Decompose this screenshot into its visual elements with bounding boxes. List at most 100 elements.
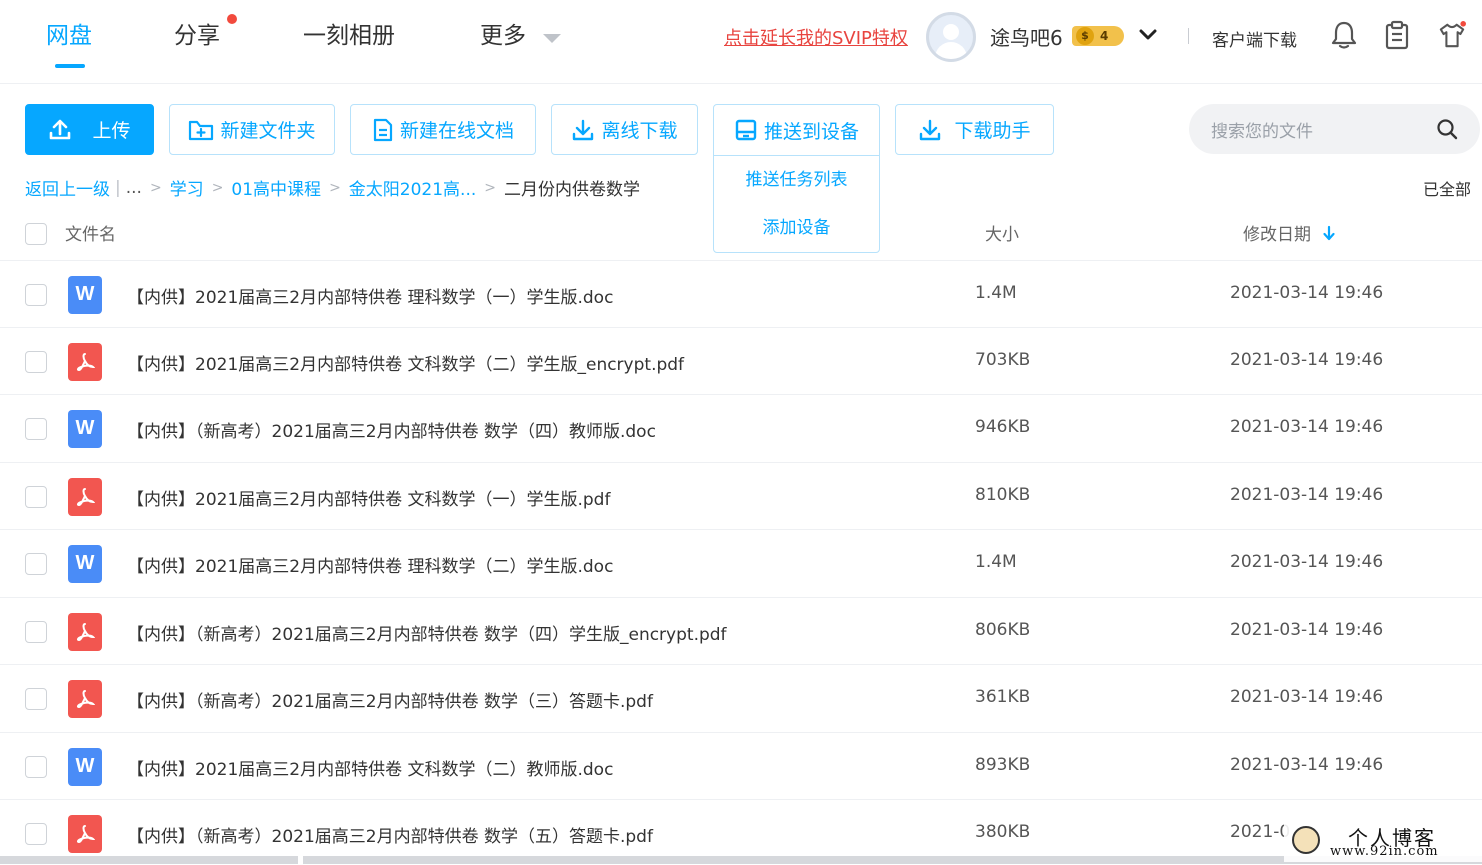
file-name[interactable]: 【内供】2021届高三2月内部特供卷 文科数学（一）学生版.pdf [127,485,610,510]
file-name[interactable]: 【内供】2021届高三2月内部特供卷 文科数学（二）教师版.doc [127,755,613,780]
tab-netdisk[interactable]: 网盘 [46,20,92,52]
clipboard-icon[interactable] [1383,20,1411,50]
pdf-file-icon [68,477,102,516]
file-name[interactable]: 【内供】2021届高三2月内部特供卷 文科数学（二）学生版_encrypt.pd… [127,350,684,375]
watermark: 个人博客 www.92in.com [1284,818,1482,862]
tab-album[interactable]: 一刻相册 [303,20,395,52]
file-size: 1.4M [975,282,1017,303]
table-row[interactable]: 【内供】2021届高三2月内部特供卷 文科数学（二）学生版_encrypt.pd… [0,327,1482,394]
horizontal-scrollbar[interactable] [0,855,1482,865]
vip-coin-icon: $ [1076,27,1094,45]
row-checkbox[interactable] [25,417,47,440]
download-assistant-label: 下载助手 [954,120,1031,142]
breadcrumb-item[interactable]: 学习 [170,175,204,200]
file-modified-date: 2021-03-14 19:46 [1230,349,1384,370]
file-modified-date: 2021-03-14 19:46 [1230,282,1384,303]
new-folder-label: 新建文件夹 [220,120,316,142]
new-folder-button[interactable]: 新建文件夹 [169,104,335,155]
row-checkbox[interactable] [25,552,47,575]
notification-dot [227,14,237,24]
row-checkbox[interactable] [25,687,47,710]
new-online-doc-label: 新建在线文档 [399,120,514,142]
search-placeholder: 搜索您的文件 [1211,122,1313,142]
file-name[interactable]: 【内供】（新高考）2021届高三2月内部特供卷 数学（四）学生版_encrypt… [127,620,727,645]
vip-level: 4 [1100,29,1109,43]
tab-more[interactable]: 更多 [480,20,526,52]
table-row[interactable]: 【内供】2021届高三2月内部特供卷 文科数学（一）学生版.pdf 810KB 20… [0,462,1482,529]
table-row[interactable]: W 【内供】（新高考）2021届高三2月内部特供卷 数学（四）教师版.doc 946… [0,394,1482,461]
download-icon [920,119,941,140]
shirt-icon[interactable] [1438,20,1466,50]
word-file-icon: W [68,409,102,448]
tab-share[interactable]: 分享 [174,20,220,52]
row-checkbox[interactable] [25,822,47,845]
column-header-size[interactable]: 大小 [985,220,1019,245]
svip-renew-link[interactable]: 点击延长我的SVIP特权 [724,24,908,50]
file-name[interactable]: 【内供】（新高考）2021届高三2月内部特供卷 数学（三）答题卡.pdf [127,687,653,712]
breadcrumb-ellipsis[interactable]: ... [126,178,142,198]
file-modified-date: 2021-03-14 19:46 [1230,686,1384,707]
file-size: 1.4M [975,551,1017,572]
menu-item-add-device[interactable]: 添加设备 [714,204,879,252]
avatar[interactable] [926,12,976,62]
pdf-file-icon [68,814,102,853]
active-tab-indicator [55,64,85,68]
row-checkbox[interactable] [25,283,47,306]
client-download-link[interactable]: 客户端下载 [1212,26,1297,51]
push-to-device-menu: 推送到设备 推送任务列表 添加设备 [713,104,880,253]
row-checkbox[interactable] [25,350,47,373]
upload-icon [50,119,71,139]
divider [1188,28,1189,44]
file-size: 806KB [975,619,1031,640]
upload-button[interactable]: 上传 [25,104,154,155]
pdf-file-icon [68,612,102,651]
search-icon[interactable] [1436,118,1458,140]
chevron-down-icon[interactable] [1139,26,1157,44]
row-checkbox[interactable] [25,620,47,643]
breadcrumb-item[interactable]: 金太阳2021高... [349,175,476,200]
file-modified-date: 2021-0 [1230,821,1291,842]
download-icon [573,119,594,140]
watermark-logo [1292,826,1320,854]
push-to-device-button[interactable]: 推送到设备 [714,105,879,156]
push-to-device-label: 推送到设备 [763,120,859,143]
breadcrumb-separator: > [329,179,341,196]
row-checkbox[interactable] [25,755,47,778]
file-modified-date: 2021-03-14 19:46 [1230,416,1384,437]
column-header-modified[interactable]: 修改日期 [1243,220,1311,245]
breadcrumb-current: 二月份内供卷数学 [504,180,641,200]
column-header-name[interactable]: 文件名 [65,220,116,245]
offline-download-button[interactable]: 离线下载 [551,104,698,155]
file-name[interactable]: 【内供】2021届高三2月内部特供卷 理科数学（二）学生版.doc [127,552,613,577]
file-name[interactable]: 【内供】（新高考）2021届高三2月内部特供卷 数学（四）教师版.doc [127,417,656,442]
row-checkbox[interactable] [25,485,47,508]
more-dropdown-icon[interactable] [543,34,561,43]
breadcrumb-separator: > [149,179,162,196]
username[interactable]: 途鸟吧6 [990,22,1063,51]
file-name[interactable]: 【内供】（新高考）2021届高三2月内部特供卷 数学（五）答题卡.pdf [127,822,653,847]
file-size: 361KB [975,686,1031,707]
word-file-icon: W [68,544,102,583]
breadcrumb-item[interactable]: 01高中课程 [231,175,321,200]
table-row[interactable]: W 【内供】2021届高三2月内部特供卷 理科数学（二）学生版.doc 1.4M 20… [0,529,1482,596]
file-modified-date: 2021-03-14 19:46 [1230,551,1384,572]
bell-icon[interactable] [1330,20,1358,50]
upload-label: 上传 [92,120,131,142]
download-assistant-button[interactable]: 下载助手 [895,104,1054,155]
file-modified-date: 2021-03-14 19:46 [1230,484,1384,505]
menu-item-push-task-list[interactable]: 推送任务列表 [714,156,879,204]
table-row[interactable]: 【内供】（新高考）2021届高三2月内部特供卷 数学（四）学生版_encrypt… [0,597,1482,664]
back-link[interactable]: 返回上一级 [25,175,110,200]
table-row[interactable]: W 【内供】2021届高三2月内部特供卷 文科数学（二）教师版.doc 893KB 2… [0,732,1482,799]
table-row[interactable]: 【内供】（新高考）2021届高三2月内部特供卷 数学（三）答题卡.pdf 361K… [0,664,1482,731]
table-row[interactable]: W 【内供】2021届高三2月内部特供卷 理科数学（一）学生版.doc 1.4M 20… [0,260,1482,327]
watermark-url: www.92in.com [1330,844,1439,859]
file-name[interactable]: 【内供】2021届高三2月内部特供卷 理科数学（一）学生版.doc [127,283,613,308]
select-all-checkbox[interactable] [25,223,47,245]
word-file-icon: W [68,747,102,786]
vip-level-badge: $ 4 [1072,26,1124,46]
new-online-doc-button[interactable]: 新建在线文档 [350,104,536,155]
offline-download-label: 离线下载 [601,120,678,142]
folder-plus-icon [189,120,214,140]
sort-descending-icon[interactable] [1322,225,1336,241]
